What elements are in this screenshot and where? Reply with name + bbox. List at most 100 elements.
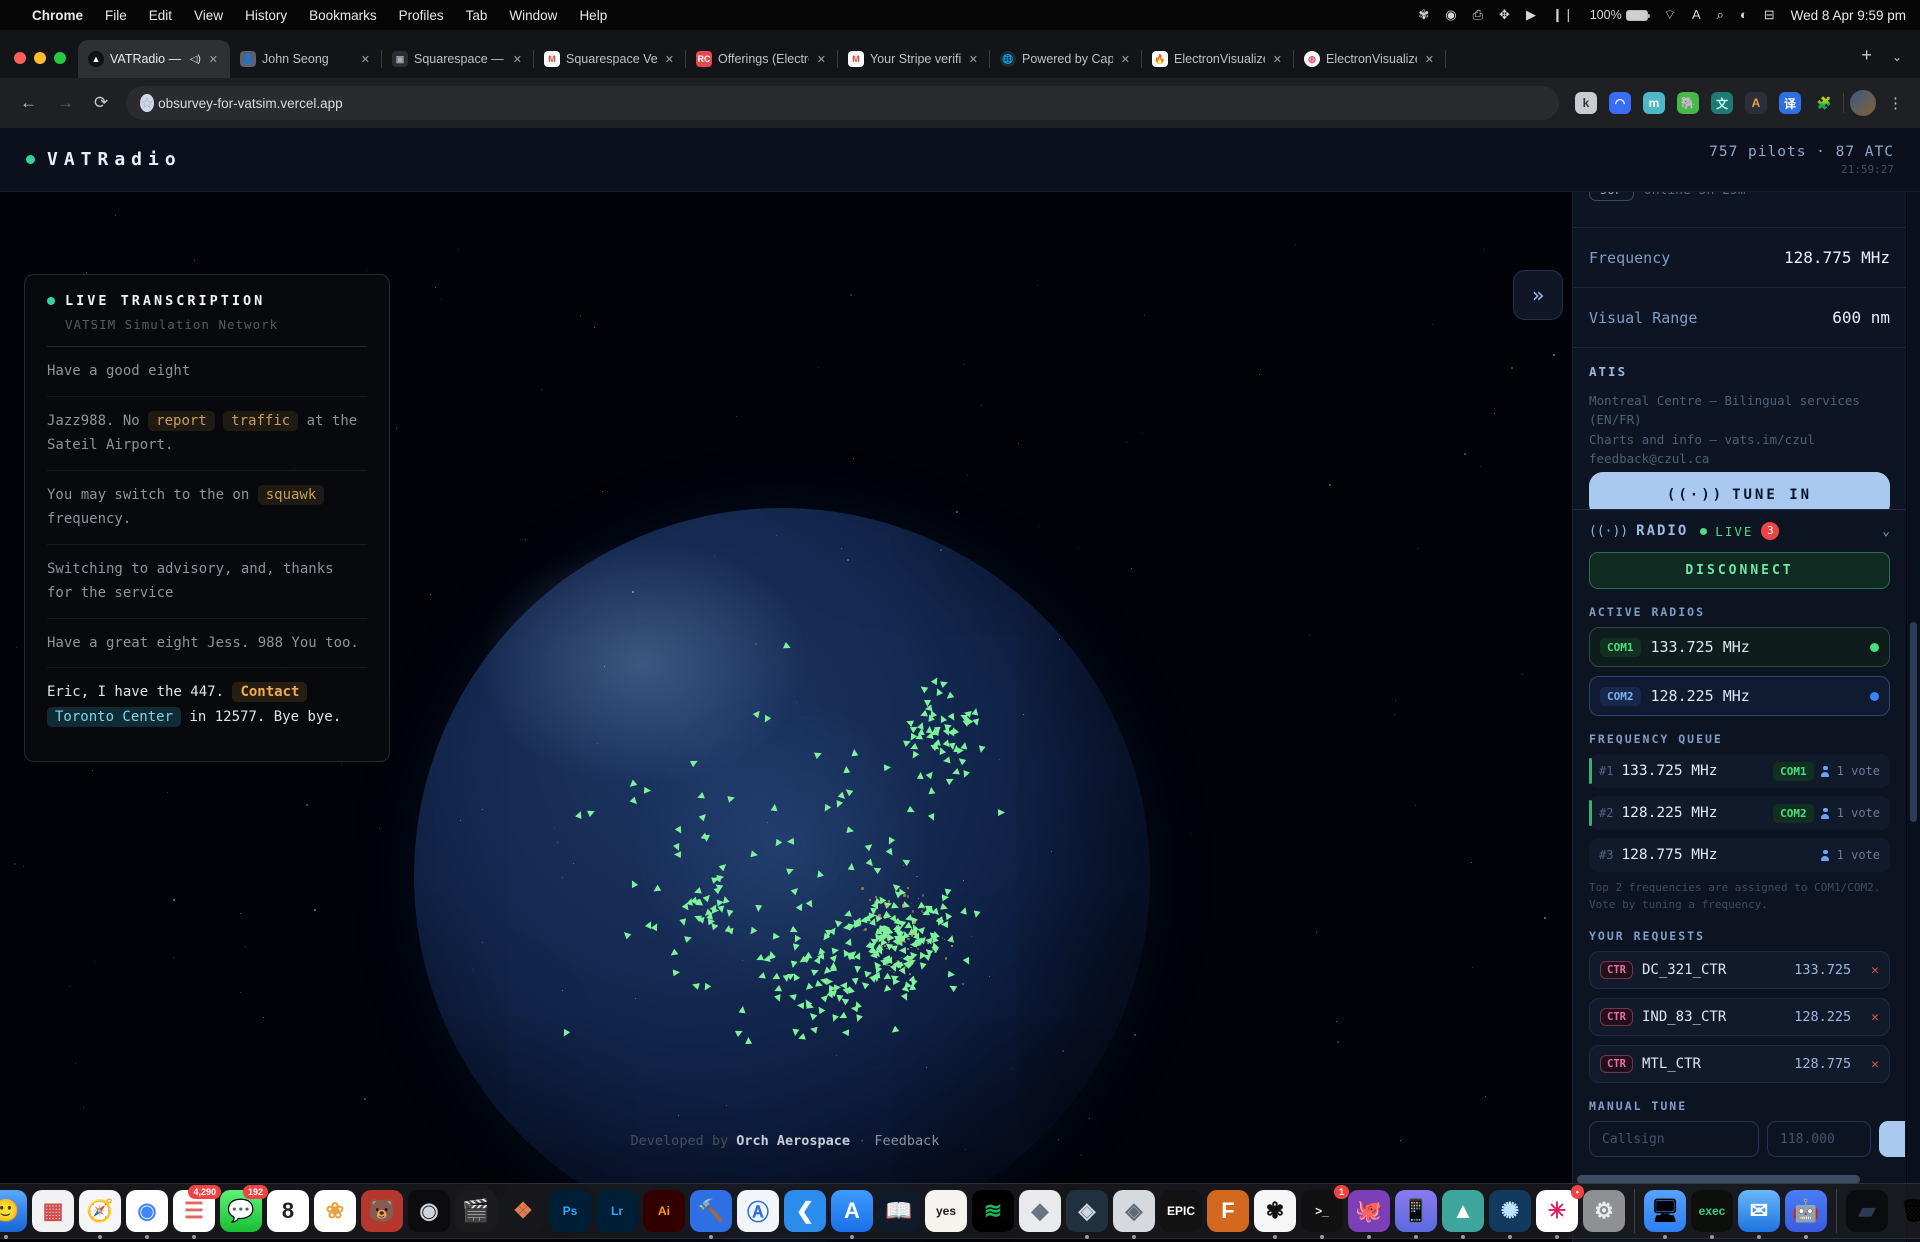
dock-icon-minimized-window[interactable]: ▰	[1846, 1190, 1888, 1232]
remove-request-button[interactable]: ✕	[1871, 1010, 1879, 1025]
zoom-window-button[interactable]	[54, 52, 66, 64]
url-text[interactable]: obsurvey-for-vatsim.vercel.app	[158, 96, 1545, 111]
aircraft-marker[interactable]	[951, 768, 960, 777]
aircraft-marker[interactable]	[961, 770, 970, 779]
active-radio-row[interactable]: COM1133.725 MHz	[1589, 627, 1890, 667]
dock-icon-assistant[interactable]: 🤖	[1785, 1190, 1827, 1232]
extension-icon[interactable]: k	[1575, 92, 1597, 114]
aircraft-marker[interactable]	[893, 978, 900, 985]
menu-item-view[interactable]: View	[194, 8, 223, 23]
aircraft-marker[interactable]	[942, 756, 950, 764]
dock-icon-bear[interactable]: 🐻	[361, 1190, 403, 1232]
dock-icon-chatgpt[interactable]: ✾	[1254, 1190, 1296, 1232]
browser-tab[interactable]: ▣Squarespace — L✕	[382, 40, 534, 78]
dock-icon-epic-games[interactable]: EPIC	[1160, 1190, 1202, 1232]
aircraft-marker[interactable]	[792, 1028, 800, 1036]
remove-request-button[interactable]: ✕	[1871, 963, 1879, 978]
aircraft-marker[interactable]	[972, 718, 980, 726]
window-controls[interactable]	[0, 52, 78, 78]
aircraft-marker[interactable]	[948, 983, 958, 993]
dock-icon-kindle[interactable]: 📖	[878, 1190, 920, 1232]
aircraft-marker[interactable]	[882, 984, 892, 994]
bookmark-star-icon[interactable]: ☆	[140, 94, 153, 112]
dock-icon-fusion[interactable]: F	[1207, 1190, 1249, 1232]
menu-item-window[interactable]: Window	[509, 8, 557, 23]
aircraft-marker[interactable]	[901, 993, 910, 1002]
tab-search-chevron[interactable]: ⌄	[1886, 50, 1920, 78]
aircraft-marker[interactable]	[998, 809, 1005, 816]
aircraft-marker[interactable]	[925, 770, 935, 780]
aircraft-marker[interactable]	[927, 786, 935, 794]
collapse-panel-button[interactable]: »	[1513, 270, 1563, 320]
tab-close-icon[interactable]: ✕	[1271, 53, 1284, 66]
aircraft-marker[interactable]	[918, 684, 928, 694]
tab-close-icon[interactable]: ✕	[511, 53, 524, 66]
aircraft-marker[interactable]	[834, 984, 841, 991]
dock-icon-exec[interactable]: exec	[1691, 1190, 1733, 1232]
aircraft-marker[interactable]	[940, 903, 949, 912]
menubar-icon[interactable]: ▶	[1526, 7, 1536, 22]
aircraft-marker[interactable]	[881, 973, 891, 983]
dock-icon-disk-utility[interactable]: ✺	[1489, 1190, 1531, 1232]
aircraft-marker[interactable]	[938, 713, 947, 722]
active-radio-row[interactable]: COM2128.225 MHz	[1589, 676, 1890, 716]
dock-icon-unity-gray[interactable]: ◈	[1113, 1190, 1155, 1232]
aircraft-marker[interactable]	[948, 971, 956, 979]
dock-icon-final-cut[interactable]: 🎬	[455, 1190, 497, 1232]
aircraft-marker[interactable]	[934, 687, 943, 696]
aircraft-marker[interactable]	[977, 745, 985, 753]
dock-icon-illustrator[interactable]: Ai	[643, 1190, 685, 1232]
aircraft-marker[interactable]	[909, 742, 918, 751]
menubar-icon[interactable]: ⊟	[1764, 7, 1775, 22]
menubar-icon[interactable]: ◉	[1445, 7, 1456, 22]
aircraft-marker[interactable]	[963, 957, 972, 966]
tab-close-icon[interactable]: ✕	[815, 53, 828, 66]
aircraft-marker[interactable]	[931, 676, 941, 686]
dock-icon-system-settings[interactable]: ⚙	[1583, 1190, 1625, 1232]
aircraft-marker[interactable]	[944, 888, 952, 896]
frequency-input[interactable]	[1767, 1121, 1871, 1157]
footer-brand[interactable]: Orch Aerospace	[736, 1133, 850, 1149]
tab-close-icon[interactable]: ✕	[359, 53, 372, 66]
minimize-window-button[interactable]	[34, 52, 46, 64]
globe-visualization[interactable]	[414, 508, 1150, 1242]
browser-tab[interactable]: ◍ElectronVisualize✕	[1294, 40, 1446, 78]
aircraft-marker[interactable]	[910, 751, 920, 761]
extension-icon[interactable]: 文	[1711, 92, 1733, 114]
aircraft-marker[interactable]	[830, 1015, 839, 1024]
back-button[interactable]: ←	[20, 93, 37, 113]
menu-item-tab[interactable]: Tab	[466, 8, 488, 23]
aircraft-marker[interactable]	[960, 906, 969, 915]
dock-icon-messages[interactable]: 💬192	[220, 1190, 262, 1232]
dock-icon-finder[interactable]: 🙂	[0, 1190, 27, 1232]
browser-tab[interactable]: ▲VATRadio — V◁)✕	[78, 40, 230, 78]
aircraft-marker[interactable]	[937, 745, 946, 754]
browser-tab[interactable]: RCOfferings (Electro✕	[686, 40, 838, 78]
aircraft-marker[interactable]	[903, 738, 912, 747]
aircraft-marker[interactable]	[851, 978, 859, 986]
aircraft-marker[interactable]	[840, 982, 847, 989]
dock-icon-reminders[interactable]: ☰4,290	[173, 1190, 215, 1232]
frequency-queue-row[interactable]: #1133.725 MHzCOM11 vote	[1589, 754, 1890, 788]
aircraft-marker[interactable]	[560, 1029, 570, 1039]
aircraft-marker[interactable]	[628, 878, 637, 887]
menu-item-bookmarks[interactable]: Bookmarks	[309, 8, 377, 23]
browser-tab[interactable]: MSquarespace Veri✕	[534, 40, 686, 78]
manual-tune-button[interactable]	[1879, 1121, 1905, 1157]
aircraft-marker[interactable]	[575, 810, 584, 819]
aircraft-marker[interactable]	[836, 994, 844, 1002]
dock-icon-nordvpn[interactable]: ▲	[1442, 1190, 1484, 1232]
menu-item-edit[interactable]: Edit	[149, 8, 172, 23]
dock-icon-screen-share[interactable]: 🖥	[1644, 1190, 1686, 1232]
dock-icon-safari[interactable]: 🧭	[79, 1190, 121, 1232]
aircraft-marker[interactable]	[622, 929, 632, 939]
menubar-icon[interactable]: ◐	[1740, 7, 1748, 22]
aircraft-marker[interactable]	[899, 947, 906, 954]
aircraft-marker[interactable]	[918, 963, 926, 971]
aircraft-marker[interactable]	[917, 722, 926, 731]
omnibox[interactable]: ⍜ obsurvey-for-vatsim.vercel.app ☆	[126, 86, 1559, 120]
dock-icon-calendar[interactable]: 8	[267, 1190, 309, 1232]
aircraft-marker[interactable]	[797, 1033, 806, 1042]
aircraft-marker[interactable]	[629, 797, 639, 807]
dock-icon-photos[interactable]: ❀	[314, 1190, 356, 1232]
